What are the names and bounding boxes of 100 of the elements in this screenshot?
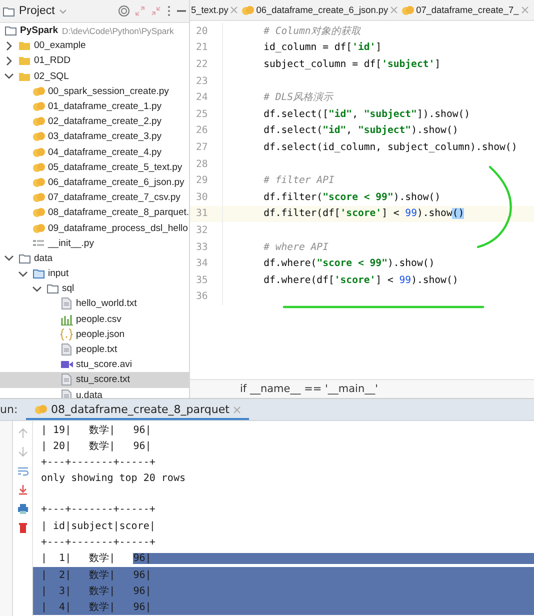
- code-line: df.filter(df['score'] < 99).show(): [262, 208, 464, 220]
- tree-item[interactable]: data: [0, 250, 189, 266]
- line-number: 28: [190, 156, 223, 172]
- selected-output-text: 96|: [133, 552, 534, 564]
- chevron-down-icon[interactable]: [4, 253, 14, 264]
- output-text: +---+-------+-----+: [41, 536, 156, 548]
- code-line: df.filter("score < 99").show(): [262, 192, 441, 203]
- folder-icon: [18, 252, 31, 265]
- python-file-icon: [32, 222, 45, 235]
- code-line: # Column对象的获取: [262, 24, 361, 38]
- output-text: | 1| 数学|: [41, 552, 116, 566]
- code-line: # DLS风格演示: [262, 91, 334, 104]
- code-line: df.select(["id", "subject"]).show(): [262, 108, 470, 120]
- editor-tab[interactable]: 5_text.py: [190, 0, 240, 20]
- python-file-icon: [34, 403, 47, 416]
- output-text: +---+-------+-----+: [41, 456, 156, 468]
- line-number: 35: [190, 272, 223, 288]
- tree-item[interactable]: sql: [0, 281, 189, 296]
- run-tab[interactable]: 08_dataframe_create_8_parquet: [26, 401, 250, 420]
- tree-item[interactable]: people.csv: [0, 312, 189, 327]
- python-file-icon: [32, 176, 45, 189]
- line-number: 34: [190, 255, 223, 272]
- tree-item[interactable]: 01_RDD: [0, 53, 189, 69]
- panel-title[interactable]: Project: [19, 5, 55, 17]
- tree-item[interactable]: 06_dataframe_create_6_json.py: [0, 174, 189, 190]
- python-file-icon: [32, 160, 45, 174]
- chevron-down-icon[interactable]: [32, 284, 42, 294]
- tree-item[interactable]: 07_dataframe_create_7_csv.py: [0, 190, 189, 206]
- code-line: id_column = df['id']: [262, 42, 382, 54]
- python-file-icon: [32, 130, 45, 144]
- tree-item[interactable]: 00_example: [0, 38, 189, 54]
- line-number: 25: [190, 106, 223, 123]
- panel-folder-icon: [2, 4, 15, 18]
- tree-item[interactable]: people.json: [0, 326, 189, 342]
- close-icon[interactable]: [520, 6, 529, 14]
- line-number: 26: [190, 122, 223, 140]
- line-number: 27: [190, 139, 223, 156]
- chevron-right-icon[interactable]: [4, 56, 14, 66]
- output-text: +---+-------+-----+: [41, 504, 156, 516]
- project-path: D:\dev\Code\Python\PySpark: [62, 26, 174, 36]
- chevron-down-icon[interactable]: [4, 71, 14, 82]
- tree-item[interactable]: stu_score.avi: [0, 357, 189, 372]
- chevron-right-icon[interactable]: [4, 40, 14, 51]
- line-number: 31: [190, 206, 223, 222]
- tree-item[interactable]: 05_dataframe_create_5_text.py: [0, 160, 189, 175]
- output-text: only showing top 20 rows: [41, 473, 186, 484]
- soft-wrap-icon[interactable]: [16, 465, 28, 477]
- folder-icon: [18, 39, 31, 52]
- breadcrumb[interactable]: if __name__ == '__main__': [190, 379, 534, 398]
- more-options-icon[interactable]: [166, 5, 172, 17]
- line-number: 29: [190, 172, 223, 189]
- line-number: 24: [190, 89, 223, 106]
- tree-item[interactable]: __init__.py: [0, 236, 189, 251]
- tree-item[interactable]: 02_dataframe_create_2.py: [0, 114, 189, 130]
- python-file-icon: [32, 206, 45, 220]
- line-number: 23: [190, 72, 223, 90]
- bar-chart-icon: [60, 312, 73, 326]
- line-number: 21: [190, 40, 223, 56]
- code-line: df.select("id", "subject").show(): [262, 125, 458, 136]
- folder-icon: [32, 267, 45, 280]
- tree-item[interactable]: PySpark D:\dev\Code\Python\PySpark: [0, 23, 189, 38]
- close-icon[interactable]: [390, 6, 398, 14]
- trash-icon[interactable]: [16, 522, 28, 534]
- tree-item[interactable]: 04_dataframe_create_4.py: [0, 144, 189, 160]
- tree-item[interactable]: people.txt: [0, 342, 189, 358]
- python-file-icon: [32, 100, 45, 114]
- line-number: 20: [190, 23, 223, 40]
- scroll-to-end-icon[interactable]: [16, 484, 28, 496]
- tree-item[interactable]: stu_score.txt: [0, 372, 189, 388]
- folder-icon: [18, 54, 31, 68]
- printer-icon[interactable]: [16, 503, 28, 515]
- text-file-icon: [60, 373, 73, 386]
- tree-item[interactable]: 01_dataframe_create_1.py: [0, 98, 189, 114]
- output-text: | 20| 数学| 96|: [41, 440, 152, 454]
- text-file-icon: [60, 343, 73, 356]
- tree-item[interactable]: 08_dataframe_create_8_parquet.: [0, 205, 189, 220]
- close-icon[interactable]: [230, 6, 238, 14]
- tree-item[interactable]: 02_SQL: [0, 68, 189, 84]
- tree-item[interactable]: hello_world.txt: [0, 296, 189, 312]
- dropdown-caret-icon[interactable]: [58, 8, 67, 14]
- target-icon[interactable]: [118, 5, 130, 17]
- code-line: subject_column = df['subject']: [262, 58, 441, 70]
- python-file-icon: [32, 84, 45, 98]
- line-number: 33: [190, 238, 223, 256]
- editor-tab[interactable]: 06_dataframe_create_6_json.py: [240, 0, 400, 20]
- tree-item[interactable]: input: [0, 266, 189, 282]
- python-file-icon: [32, 191, 45, 204]
- line-number: 32: [190, 222, 223, 239]
- run-label: un:: [0, 403, 19, 416]
- tree-item[interactable]: 09_dataframe_process_dsl_hello: [0, 220, 189, 236]
- line-number: 22: [190, 56, 223, 73]
- output-text: | id|subject|score|: [41, 520, 156, 532]
- editor-tab[interactable]: 07_dataframe_create_7_: [400, 0, 531, 20]
- python-file-icon: [32, 115, 45, 128]
- tree-item[interactable]: 00_spark_session_create.py: [0, 84, 189, 99]
- tree-item[interactable]: 03_dataframe_create_3.py: [0, 129, 189, 144]
- folder-icon: [46, 282, 59, 296]
- python-file-icon: [32, 146, 45, 159]
- code-line: df.where("score < 99").show(): [262, 258, 435, 270]
- chevron-down-icon[interactable]: [18, 268, 28, 279]
